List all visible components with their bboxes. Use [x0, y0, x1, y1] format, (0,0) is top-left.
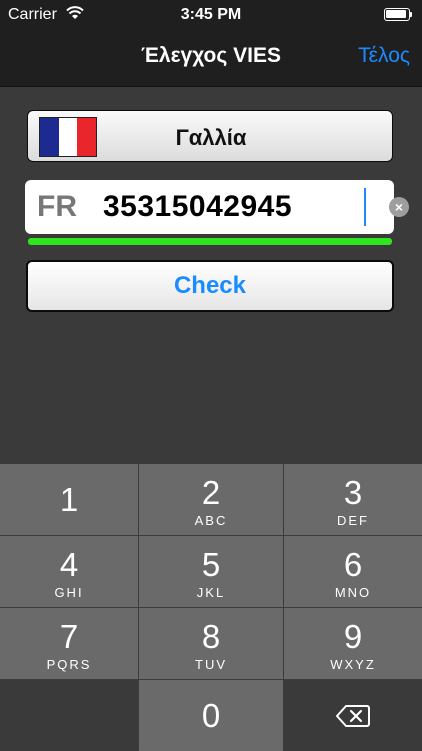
key-digit: 5	[201, 546, 221, 583]
country-selector-button[interactable]: Γαλλία	[27, 110, 393, 162]
key-digit: 0	[201, 697, 221, 734]
vat-number-input[interactable]: 35315042945	[103, 190, 292, 224]
key-5[interactable]: 5 JKL	[139, 536, 283, 607]
key-digit: 1	[59, 481, 79, 518]
key-letters: GHI	[54, 585, 84, 600]
key-letters: WXYZ	[330, 657, 376, 672]
key-digit: 4	[59, 546, 79, 583]
navigation-bar: Έλεγχος VIES Τέλος	[0, 30, 422, 87]
key-letters: DEF	[337, 513, 369, 528]
key-digit: 9	[343, 618, 363, 655]
key-blank	[0, 680, 138, 751]
validation-indicator	[28, 238, 392, 245]
key-7[interactable]: 7 PQRS	[0, 608, 138, 679]
key-digit: 3	[343, 474, 363, 511]
key-digit: 2	[201, 474, 221, 511]
key-3[interactable]: 3 DEF	[284, 464, 422, 535]
text-cursor	[364, 188, 366, 226]
key-letters: TUV	[195, 657, 227, 672]
vat-country-prefix: FR	[37, 190, 77, 223]
key-letters: ABC	[194, 513, 228, 528]
battery-icon	[384, 8, 412, 21]
key-letters: PQRS	[46, 657, 92, 672]
key-letters: MNO	[334, 585, 372, 600]
key-0[interactable]: 0	[139, 680, 283, 751]
key-9[interactable]: 9 WXYZ	[284, 608, 422, 679]
check-button[interactable]: Check	[26, 260, 394, 312]
key-8[interactable]: 8 TUV	[139, 608, 283, 679]
vat-number-field[interactable]: FR 35315042945 ×	[25, 180, 409, 234]
key-6[interactable]: 6 MNO	[284, 536, 422, 607]
key-2[interactable]: 2 ABC	[139, 464, 283, 535]
delete-key[interactable]	[284, 680, 422, 751]
key-1[interactable]: 1	[0, 464, 138, 535]
key-digit: 6	[343, 546, 363, 583]
numeric-keypad: 1 2 ABC 3 DEF 4 GHI 5 JKL 6 MNO 7 PQRS 8…	[0, 464, 422, 751]
key-digit: 8	[201, 618, 221, 655]
status-bar: Carrier 3:45 PM	[0, 0, 422, 30]
clear-icon[interactable]: ×	[389, 197, 409, 217]
country-name: Γαλλία	[175, 125, 247, 150]
backspace-icon	[336, 704, 370, 727]
done-button[interactable]: Τέλος	[358, 44, 410, 68]
key-letters: JKL	[196, 585, 226, 600]
status-time: 3:45 PM	[180, 6, 242, 23]
key-digit: 7	[59, 618, 79, 655]
key-4[interactable]: 4 GHI	[0, 536, 138, 607]
